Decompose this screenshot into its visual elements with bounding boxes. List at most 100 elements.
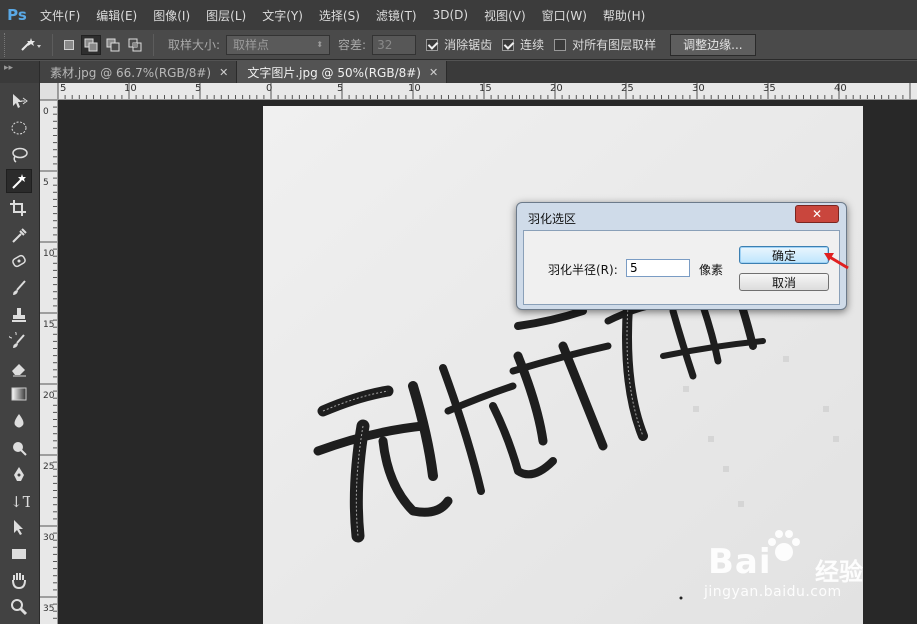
lasso-tool[interactable]: [6, 143, 32, 167]
baidu-watermark: Bai 经验 jingyan.baidu.com: [700, 520, 870, 600]
add-to-selection-button[interactable]: [81, 34, 101, 55]
close-icon[interactable]: ✕: [219, 66, 228, 79]
sample-size-select[interactable]: 取样点 ⬍: [226, 34, 331, 55]
sample-all-layers-checkbox[interactable]: 对所有图层取样: [554, 36, 656, 53]
eraser-tool[interactable]: [6, 356, 32, 380]
subtract-selection-icon: [106, 38, 120, 51]
magic-wand-tool[interactable]: [6, 169, 32, 193]
intersect-selection-icon: [128, 38, 142, 51]
tab-sucai[interactable]: 素材.jpg @ 66.7%(RGB/8#) ✕: [40, 61, 238, 83]
history-brush-tool[interactable]: [6, 329, 32, 353]
tab-wenzi-tupian[interactable]: 文字图片.jpg @ 50%(RGB/8#) ✕: [237, 61, 448, 83]
marquee-tool[interactable]: [6, 116, 32, 140]
horizontal-ruler[interactable]: 5 10 5 0 5 10 15 20 25 30 35 40: [58, 83, 917, 100]
watermark-url: jingyan.baidu.com: [704, 584, 842, 600]
antialias-check-icon: [426, 38, 439, 51]
intersect-selection-button[interactable]: [125, 35, 145, 55]
dialog-body: 羽化半径(R): 5 像素 确定 取消: [523, 230, 840, 305]
crop-tool[interactable]: [6, 196, 32, 220]
hand-tool[interactable]: [6, 568, 32, 592]
ok-button[interactable]: 确定: [739, 246, 829, 264]
options-separator: [153, 33, 154, 56]
ruler-label: 0: [266, 83, 273, 94]
pen-icon: [14, 467, 24, 481]
ruler-label: 0: [43, 107, 49, 117]
contiguous-checkbox[interactable]: 连续: [502, 36, 544, 53]
ruler-label: 10: [124, 83, 137, 94]
tolerance-label: 容差:: [338, 38, 367, 52]
eyedropper-tool[interactable]: [6, 223, 32, 247]
antialias-label: 消除锯齿: [444, 38, 493, 52]
brush-tool[interactable]: [6, 276, 32, 300]
ruler-label: 35: [763, 83, 776, 94]
menu-edit[interactable]: 编辑(E): [88, 7, 145, 24]
path-selection-tool[interactable]: [6, 515, 32, 539]
new-selection-button[interactable]: [59, 35, 79, 55]
menu-view[interactable]: 视图(V): [476, 7, 534, 24]
menu-3d[interactable]: 3D(D): [425, 8, 476, 22]
subtract-from-selection-button[interactable]: [103, 35, 123, 55]
ruler-label: 5: [337, 83, 344, 94]
rectangle-tool[interactable]: [6, 542, 32, 566]
ruler-label: 35: [43, 604, 55, 614]
menu-window[interactable]: 窗口(W): [534, 7, 595, 24]
sample-size-label: 取样大小:: [168, 38, 221, 52]
menu-layer[interactable]: 图层(L): [198, 7, 254, 24]
tolerance-input[interactable]: 32: [372, 34, 417, 55]
tool-preset-picker[interactable]: [12, 33, 46, 57]
magic-wand-icon: [21, 37, 41, 51]
tab-label: 素材.jpg @ 66.7%(RGB/8#): [50, 65, 212, 80]
healing-brush-tool[interactable]: [6, 249, 32, 273]
clone-stamp-tool[interactable]: [6, 303, 32, 327]
dialog-close-button[interactable]: ✕: [795, 205, 839, 223]
ruler-label: 15: [43, 320, 55, 330]
ruler-label: 15: [479, 83, 492, 94]
app-logo: Ps: [7, 6, 27, 24]
menu-help[interactable]: 帮助(H): [595, 7, 653, 24]
refine-edge-button[interactable]: 调整边缘...: [670, 33, 756, 56]
move-tool[interactable]: [6, 89, 32, 113]
menu-type[interactable]: 文字(Y): [254, 7, 311, 24]
cancel-button[interactable]: 取消: [739, 273, 829, 291]
close-icon[interactable]: ✕: [429, 66, 438, 79]
menu-file[interactable]: 文件(F): [32, 7, 88, 24]
document-tab-bar: 素材.jpg @ 66.7%(RGB/8#) ✕ 文字图片.jpg @ 50%(…: [40, 61, 917, 83]
zoom-icon: [11, 599, 28, 616]
hand-icon: [12, 573, 26, 589]
ruler-label: 5: [60, 83, 67, 94]
zoom-tool[interactable]: [6, 595, 32, 619]
ruler-label: 25: [621, 83, 634, 94]
dodge-icon: [13, 442, 27, 456]
ruler-label: 30: [692, 83, 705, 94]
options-bar: 取样大小: 取样点 ⬍ 容差: 32 消除锯齿 连续 对所有图层取样 调整边缘.…: [0, 30, 917, 60]
tools-panel-collapse[interactable]: ▸▸: [0, 61, 39, 83]
menu-filter[interactable]: 滤镜(T): [368, 7, 425, 24]
watermark-brand: Bai: [708, 542, 772, 582]
feather-radius-label: 羽化半径(R):: [548, 263, 618, 277]
gradient-tool[interactable]: [6, 382, 32, 406]
type-tool[interactable]: ↓T: [6, 489, 32, 513]
feather-radius-input[interactable]: 5: [626, 259, 690, 277]
vertical-ruler[interactable]: 0 5 10 15 20 25 30 35: [40, 100, 58, 624]
watermark-subtitle: 经验: [815, 558, 863, 586]
svg-text:↓T: ↓T: [10, 493, 30, 510]
options-grip[interactable]: [4, 32, 12, 57]
sample-size-value: 取样点: [233, 38, 270, 52]
add-selection-icon: [84, 38, 98, 51]
ruler-origin[interactable]: [40, 83, 58, 100]
ruler-label: 20: [43, 391, 55, 401]
annotation-arrow-icon: [824, 253, 849, 270]
ruler-label: 5: [43, 178, 49, 188]
antialias-checkbox[interactable]: 消除锯齿: [426, 36, 492, 53]
menu-image[interactable]: 图像(I): [145, 7, 198, 24]
ruler-label: 20: [550, 83, 563, 94]
menu-select[interactable]: 选择(S): [311, 7, 368, 24]
blur-tool[interactable]: [6, 409, 32, 433]
tools-panel: ▸▸ ↓T: [0, 61, 40, 624]
ruler-label: 5: [195, 83, 202, 94]
contiguous-check-icon: [502, 38, 515, 51]
lasso-icon: [12, 147, 28, 163]
pen-tool[interactable]: [6, 462, 32, 486]
close-icon: ✕: [811, 207, 823, 221]
dodge-tool[interactable]: [6, 436, 32, 460]
